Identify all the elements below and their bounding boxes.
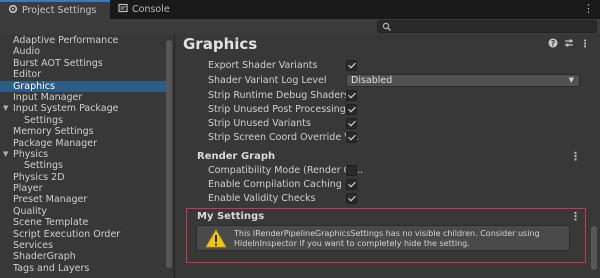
sidebar-item-adaptive-performance[interactable]: Adaptive Performance	[0, 35, 166, 46]
enable-validity-checks-label: Enable Validity Checks	[208, 193, 316, 204]
strip-screen-coord-checkbox[interactable]	[346, 132, 357, 143]
tab-project-settings[interactable]: Project Settings	[0, 0, 110, 19]
sidebar-item-input-manager[interactable]: Input Manager	[0, 92, 166, 103]
sidebar-item-package-manager[interactable]: Package Manager	[0, 138, 166, 149]
tab-strip: Project Settings Console ⋮	[0, 0, 600, 19]
settings-content: Graphics ? ⋮ Export Shader Variants Shad…	[175, 34, 600, 278]
search-row	[0, 19, 600, 34]
sidebar-item-audio[interactable]: Audio	[0, 46, 166, 57]
console-icon	[118, 3, 128, 16]
content-scrollbar[interactable]	[591, 226, 597, 270]
sidebar-item-memory-settings[interactable]: Memory Settings	[0, 126, 166, 137]
strip-unused-variants-checkbox[interactable]	[346, 118, 357, 129]
strip-runtime-debug-label: Strip Runtime Debug Shaders	[208, 90, 349, 101]
sidebar-item-graphics[interactable]: Graphics	[0, 80, 166, 92]
dropdown-value: Disabled	[351, 75, 393, 86]
tab-project-settings-label: Project Settings	[22, 5, 97, 16]
strip-runtime-debug-checkbox[interactable]	[346, 90, 357, 101]
strip-unused-variants-label: Strip Unused Variants	[208, 118, 311, 129]
sidebar-item-script-execution-order[interactable]: Script Execution Order	[0, 229, 166, 240]
sidebar-item-preset-manager[interactable]: Preset Manager	[0, 194, 166, 205]
strip-unused-post-checkbox[interactable]	[346, 104, 357, 115]
tab-console-label: Console	[132, 4, 170, 15]
settings-sidebar: Adaptive Performance Audio Burst AOT Set…	[0, 34, 175, 278]
window-menu-kebab-icon[interactable]: ⋮	[583, 3, 594, 15]
tab-console[interactable]: Console	[110, 0, 180, 19]
strip-unused-post-label: Strip Unused Post Processing ...	[208, 104, 358, 115]
sidebar-item-physics[interactable]: ▼ Physics	[0, 149, 166, 160]
sidebar-item-quality[interactable]: Quality	[0, 206, 166, 217]
compatibility-mode-checkbox[interactable]	[346, 165, 357, 176]
sidebar-item-input-system-package[interactable]: ▼ Input System Package	[0, 103, 166, 114]
enable-validity-checks-checkbox[interactable]	[346, 193, 357, 204]
chevron-down-icon: ▼	[568, 76, 574, 84]
warning-icon	[205, 229, 227, 248]
help-box-message: This IRenderPipelineGraphicsSettings has…	[234, 229, 540, 248]
help-icon[interactable]: ?	[548, 38, 558, 51]
sidebar-item-physics-settings[interactable]: Settings	[0, 160, 166, 171]
sidebar-item-physics-2d[interactable]: Physics 2D	[0, 172, 166, 183]
search-icon	[382, 22, 391, 31]
kebab-icon[interactable]: ⋮	[580, 39, 590, 50]
gear-icon	[8, 4, 18, 17]
enable-compilation-caching-checkbox[interactable]	[346, 179, 357, 190]
help-box: This IRenderPipelineGraphicsSettings has…	[196, 225, 570, 251]
sidebar-item-tags-and-layers[interactable]: Tags and Layers	[0, 263, 166, 274]
compatibility-mode-label: Compatibility Mode (Render Gr...	[208, 165, 364, 176]
strip-screen-coord-label: Strip Screen Coord Override V...	[208, 132, 359, 143]
svg-text:?: ?	[551, 39, 555, 48]
render-graph-kebab-icon[interactable]: ⋮	[570, 150, 581, 163]
expand-arrow-icon[interactable]: ▼	[3, 149, 8, 160]
expand-arrow-icon[interactable]: ▼	[3, 103, 8, 114]
export-shader-variants-checkbox[interactable]	[346, 60, 357, 71]
sidebar-item-shadergraph[interactable]: ShaderGraph	[0, 251, 166, 262]
sidebar-item-editor[interactable]: Editor	[0, 69, 166, 80]
sliders-icon[interactable]	[564, 38, 574, 51]
search-input[interactable]	[377, 20, 597, 33]
my-settings-heading: My Settings	[197, 211, 265, 222]
title-toolbar: ? ⋮	[548, 38, 590, 51]
sidebar-item-label: Input System Package	[13, 103, 119, 115]
sidebar-item-player[interactable]: Player	[0, 183, 166, 194]
shader-variant-log-level-dropdown[interactable]: Disabled ▼	[346, 74, 580, 87]
sidebar-item-input-settings[interactable]: Settings	[0, 115, 166, 126]
render-graph-heading: Render Graph	[197, 151, 276, 162]
sidebar-item-burst-aot-settings[interactable]: Burst AOT Settings	[0, 58, 166, 69]
shader-variant-log-level-label: Shader Variant Log Level	[208, 75, 327, 86]
sidebar-item-scene-template[interactable]: Scene Template	[0, 217, 166, 228]
export-shader-variants-label: Export Shader Variants	[208, 60, 318, 71]
sidebar-scrollbar[interactable]	[166, 40, 172, 268]
sidebar-item-label: Physics	[13, 148, 49, 160]
sidebar-item-services[interactable]: Services	[0, 240, 166, 251]
my-settings-kebab-icon[interactable]: ⋮	[570, 210, 581, 223]
enable-compilation-caching-label: Enable Compilation Caching	[208, 179, 342, 190]
page-title: Graphics	[183, 35, 258, 53]
